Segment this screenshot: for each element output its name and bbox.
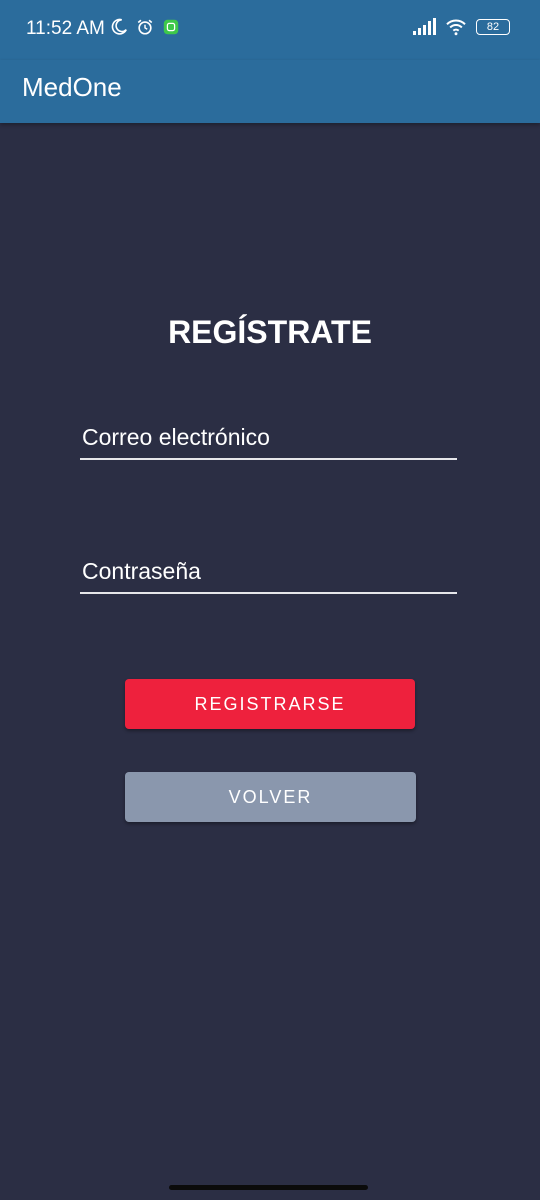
moon-icon <box>111 18 127 35</box>
password-field-container <box>80 550 461 594</box>
page-title: REGÍSTRATE <box>168 314 372 350</box>
register-button[interactable]: REGISTRARSE <box>125 679 415 729</box>
password-field[interactable] <box>80 550 461 592</box>
app-bar: MedOne <box>0 60 540 123</box>
alarm-icon <box>137 19 153 35</box>
email-field-container <box>80 416 461 460</box>
signal-icon <box>413 18 436 35</box>
wifi-icon <box>446 19 466 36</box>
navigation-handle[interactable] <box>169 1185 368 1190</box>
battery-icon: 82 <box>476 19 510 35</box>
email-field[interactable] <box>80 416 461 458</box>
app-notification-icon <box>163 19 179 35</box>
back-button[interactable]: VOLVER <box>125 772 416 822</box>
status-icons-right: 82 <box>412 18 510 36</box>
status-icons-left <box>110 18 180 36</box>
app-title: MedOne <box>22 72 122 102</box>
status-bar: 11:52 AM 82 <box>0 0 540 60</box>
status-time: 11:52 AM <box>26 18 105 39</box>
